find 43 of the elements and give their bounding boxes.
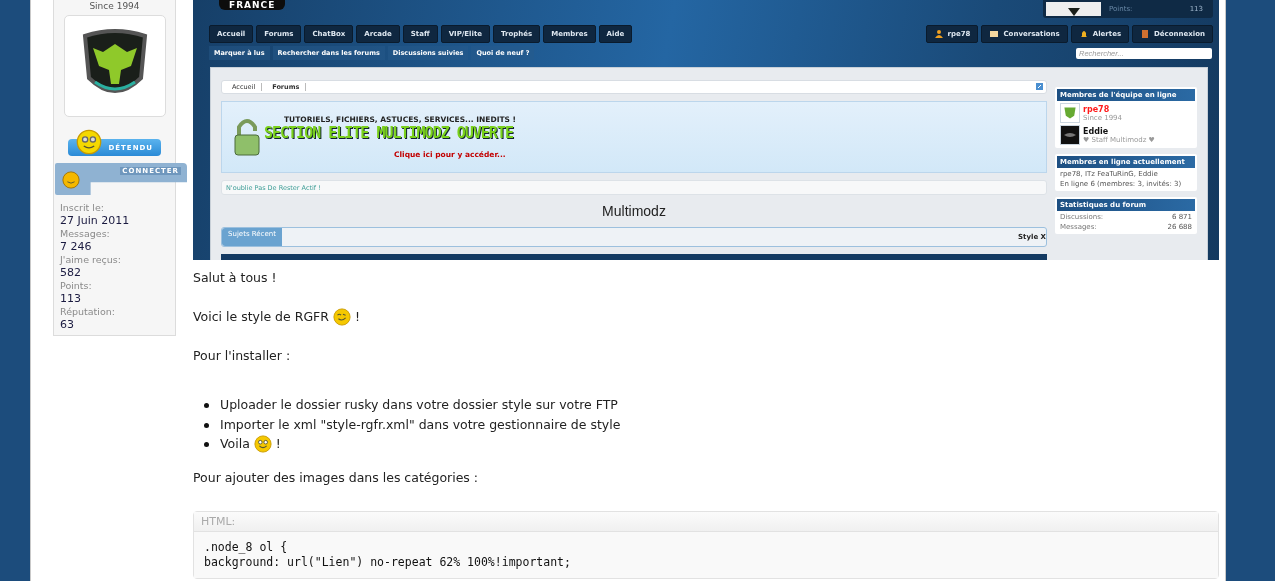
post-text: Salut à tous ! xyxy=(193,269,277,287)
avatar-image xyxy=(1046,2,1101,16)
smiley-icon xyxy=(62,171,80,189)
smiley-icon xyxy=(253,434,272,453)
bullet-icon xyxy=(204,442,209,447)
stat-label: Inscrit le: xyxy=(60,201,105,214)
forum-title: Multimodz xyxy=(601,202,667,220)
envelope-icon xyxy=(989,29,1000,39)
avatar-image xyxy=(1060,103,1080,123)
smiley-icon xyxy=(332,308,351,326)
post-text: Pour ajouter des images dans les catégories : xyxy=(193,468,479,487)
user-icon xyxy=(933,29,944,39)
list-item-text: Voila xyxy=(220,435,250,453)
site-logo: FRANCE xyxy=(219,0,286,10)
stat-label: Messages: xyxy=(60,227,111,240)
member-name[interactable]: Eddie xyxy=(1083,126,1155,136)
door-icon xyxy=(1140,29,1151,39)
stat-label: J'aime reçus: xyxy=(60,253,122,266)
post-text: Pour l'installer : xyxy=(193,347,291,365)
stat-value: 63 xyxy=(60,318,75,331)
popout-icon[interactable] xyxy=(1036,83,1043,90)
stat-label: Points: xyxy=(60,279,93,292)
stat-value: 113 xyxy=(60,292,82,305)
stat-value: 582 xyxy=(60,266,82,279)
smiley-icon xyxy=(76,129,102,155)
list-item-text: Importer le xml "style-rgfr.xml" dans votre gestionnaire de style xyxy=(220,415,621,434)
list-item-text: ! xyxy=(275,435,281,453)
post-text: Voici le style de RGFR xyxy=(193,308,329,326)
user-title: Since 1994 xyxy=(89,1,140,11)
code-line: background: url("Lien") no-repeat 62% 100%!important; xyxy=(204,554,572,570)
code-label: HTML: xyxy=(194,511,1218,532)
stat-label: Réputation: xyxy=(60,305,116,318)
stat-value: 27 Juin 2011 xyxy=(60,214,131,227)
stat-value: 7 246 xyxy=(60,240,93,253)
code-line: .node_8 ol { xyxy=(204,539,289,555)
avatar-image xyxy=(1060,125,1080,145)
banner-title: SECTION ELITE MULTIMODZ OUVERTE xyxy=(264,124,514,142)
list-item-text: Uploader le dossier rusky dans votre dossier style sur votre FTP xyxy=(220,396,618,414)
padlock-icon xyxy=(234,117,260,157)
post-text: ! xyxy=(354,308,360,326)
bullet-icon xyxy=(204,422,209,428)
member-name[interactable]: rpe78 xyxy=(1083,104,1123,114)
bullet-icon xyxy=(204,403,209,408)
